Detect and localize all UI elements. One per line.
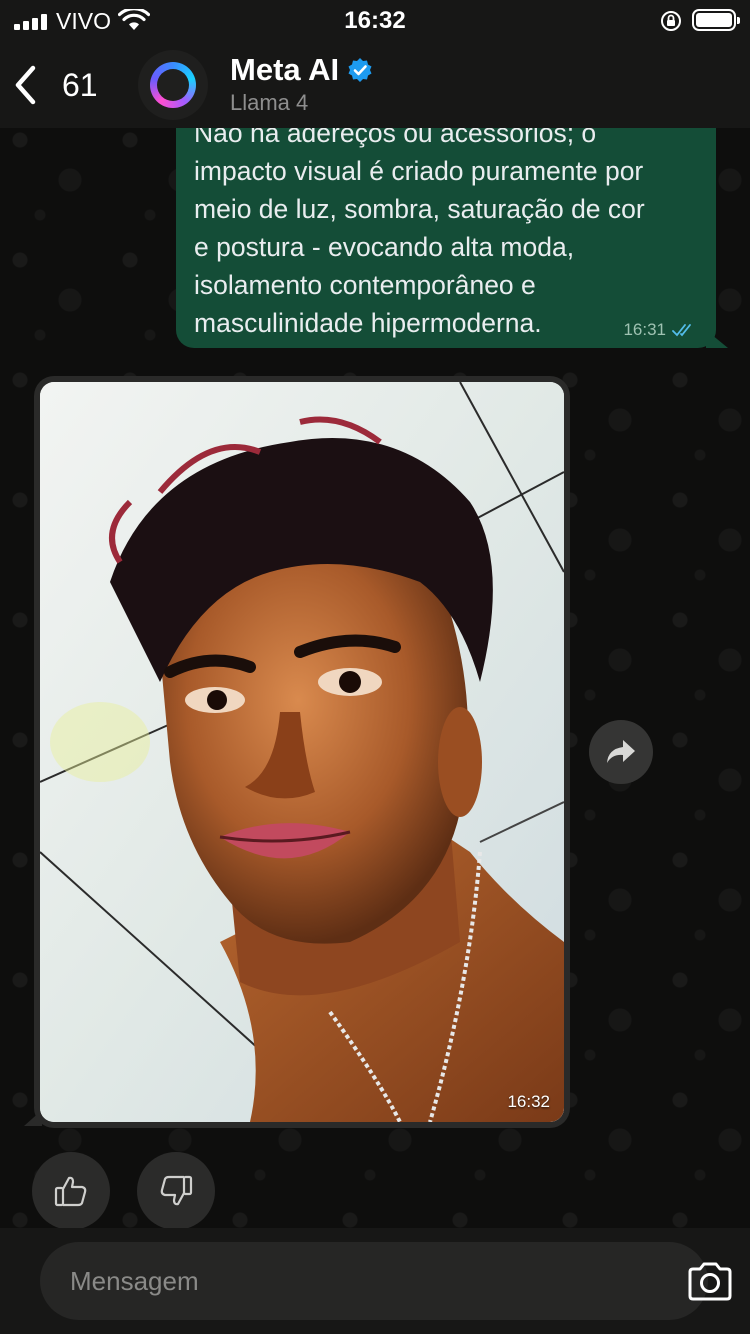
meta-ai-avatar — [150, 62, 196, 108]
portrait-illustration — [40, 382, 564, 1122]
contact-subtitle: Llama 4 — [230, 90, 309, 115]
read-receipt-icon — [672, 324, 691, 337]
thumbs-down-icon — [160, 1175, 193, 1206]
forward-icon — [607, 740, 635, 763]
composer-bar — [0, 1228, 750, 1334]
rotation-lock-icon — [661, 11, 681, 31]
top-bar: VIVO 16:32 61 Meta AI Llama 4 — [0, 0, 750, 128]
status-time: 16:32 — [344, 7, 406, 34]
incoming-image-bubble[interactable]: 16:32 — [24, 376, 570, 1128]
thumbs-down-button[interactable] — [137, 1152, 215, 1230]
forward-button[interactable] — [589, 720, 653, 784]
thumbs-up-button[interactable] — [32, 1152, 110, 1230]
message-input[interactable] — [40, 1242, 708, 1320]
contact-name-label: Meta AI — [230, 52, 340, 87]
verified-badge-icon — [348, 58, 372, 82]
portrait-image[interactable] — [40, 382, 564, 1122]
battery-icon — [692, 9, 740, 31]
chevron-left-icon — [15, 65, 36, 105]
unread-count: 61 — [62, 66, 98, 103]
status-bar: VIVO 16:32 — [0, 0, 750, 42]
message-meta: 16:31 — [623, 320, 696, 340]
outgoing-message-bubble[interactable]: Não há adereços ou acessórios; o impacto… — [176, 100, 728, 348]
image-time: 16:32 — [507, 1092, 550, 1111]
back-button[interactable]: 61 — [14, 60, 104, 110]
message-text: Não há adereços ou acessórios; o impacto… — [194, 118, 645, 338]
message-time: 16:31 — [623, 320, 666, 339]
thumbs-up-icon — [54, 1176, 87, 1207]
contact-name[interactable]: Meta AI — [230, 52, 373, 88]
camera-icon[interactable] — [686, 1262, 734, 1302]
contact-avatar[interactable] — [138, 50, 208, 120]
